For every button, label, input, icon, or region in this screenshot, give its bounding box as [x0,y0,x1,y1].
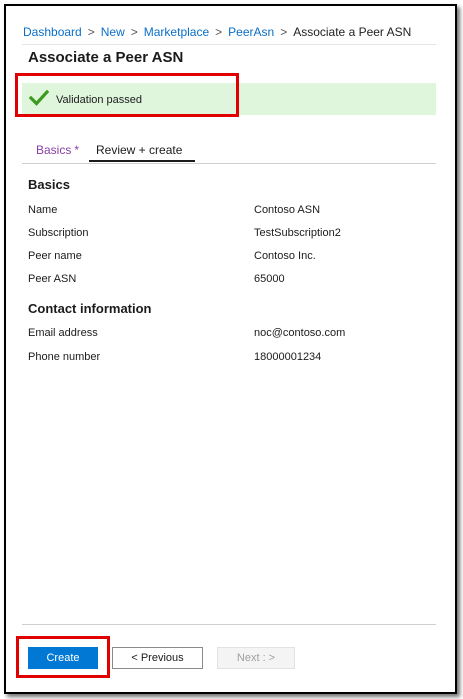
breadcrumb-separator: > [215,25,223,39]
breadcrumb-peerasn[interactable]: PeerAsn [228,25,274,39]
field-label-phone: Phone number [28,351,101,363]
breadcrumb-separator: > [87,25,95,39]
field-label-email: Email address [28,327,98,339]
tab-review-create[interactable]: Review + create [96,143,182,157]
required-marker: * [74,143,80,157]
field-value-subscription: TestSubscription2 [254,227,341,239]
footer-divider [22,624,436,625]
section-heading-contact: Contact information [28,301,152,316]
field-label-name: Name [28,204,58,216]
field-label-subscription: Subscription [28,227,89,239]
previous-button[interactable]: < Previous [112,647,203,669]
highlight-box-validation [15,73,239,117]
section-heading-basics: Basics [28,177,70,192]
next-button[interactable]: Next : > [217,647,295,669]
tabs-divider [22,163,436,164]
field-value-name: Contoso ASN [254,204,321,216]
active-tab-indicator [89,160,195,162]
tab-basics[interactable]: Basics * [36,143,79,157]
page-title: Associate a Peer ASN [28,49,184,66]
breadcrumb-current: Associate a Peer ASN [293,25,412,39]
field-value-phone: 18000001234 [254,351,322,363]
breadcrumb-new[interactable]: New [101,25,125,39]
breadcrumb-separator: > [130,25,138,39]
field-value-peer-name: Contoso Inc. [254,250,316,262]
breadcrumb: Dashboard > New > Marketplace > PeerAsn > Associ… [23,25,411,39]
field-value-peer-asn: 65000 [254,273,285,285]
tab-basics-label: Basics [36,143,72,157]
field-value-email: noc@contoso.com [254,327,346,339]
breadcrumb-separator: > [280,25,288,39]
field-label-peer-asn: Peer ASN [28,273,77,285]
breadcrumb-divider [22,44,436,45]
field-label-peer-name: Peer name [28,250,82,262]
breadcrumb-marketplace[interactable]: Marketplace [144,25,209,39]
breadcrumb-dashboard[interactable]: Dashboard [23,25,82,39]
highlight-box-create [16,636,110,678]
